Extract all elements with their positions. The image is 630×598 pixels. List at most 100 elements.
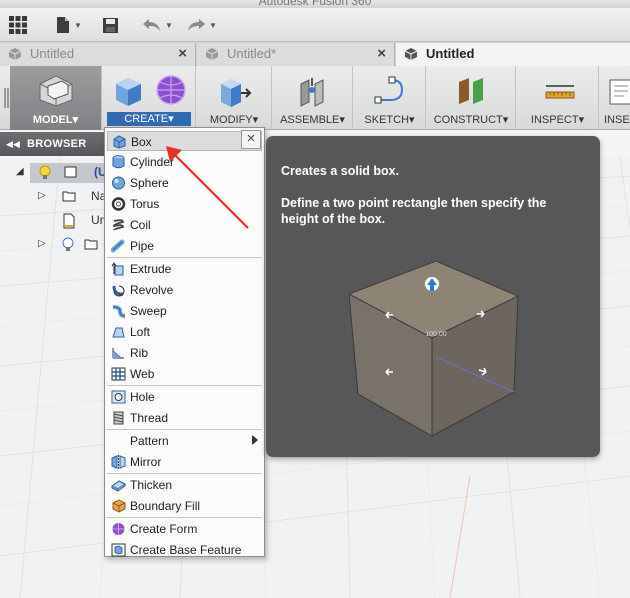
workspace-switcher-model[interactable]: MODEL▾ bbox=[10, 66, 102, 130]
expand-down-icon[interactable]: ◢ bbox=[16, 166, 24, 177]
browser-title: BROWSER bbox=[27, 138, 87, 150]
sweep-icon bbox=[112, 305, 126, 318]
web-icon bbox=[111, 367, 126, 381]
browser-panel-header: ◀◀ BROWSER bbox=[0, 132, 112, 156]
browser-named-views-node[interactable]: ▷ Na bbox=[0, 186, 112, 208]
document-icon bbox=[404, 48, 418, 60]
save-button[interactable] bbox=[102, 14, 119, 36]
menu-item-create-base-feature[interactable]: Create Base Feature bbox=[107, 540, 262, 560]
create-menu-label[interactable]: CREATE▾ bbox=[107, 112, 191, 126]
chevron-down-icon: ▼ bbox=[74, 20, 82, 30]
modify-group[interactable]: MODIFY▾ bbox=[197, 66, 272, 130]
folder-icon bbox=[62, 191, 76, 202]
cylinder-icon bbox=[112, 155, 125, 169]
browser-origin-node[interactable]: ▷ bbox=[0, 234, 112, 256]
insert-group[interactable]: INSE bbox=[600, 66, 630, 130]
submenu-arrow-icon bbox=[252, 435, 258, 445]
sketch-label: SKETCH▾ bbox=[364, 114, 415, 126]
collapse-panel-icon[interactable]: ◀◀ bbox=[6, 132, 20, 156]
insert-icon bbox=[609, 79, 630, 105]
sketch-arc-icon bbox=[374, 76, 404, 104]
menu-item-loft[interactable]: Loft bbox=[107, 322, 262, 342]
create-group[interactable]: CREATE▾ bbox=[103, 66, 196, 130]
mirror-icon bbox=[111, 455, 126, 469]
undo-button[interactable]: ▼ bbox=[142, 14, 173, 36]
redo-icon bbox=[188, 19, 205, 31]
assemble-label: ASSEMBLE▾ bbox=[280, 114, 345, 126]
menu-item-thread[interactable]: Thread bbox=[107, 408, 262, 428]
expand-right-icon[interactable]: ▷ bbox=[38, 238, 46, 249]
construct-group[interactable]: CONSTRUCT▾ bbox=[427, 66, 516, 130]
chevron-down-icon: ▼ bbox=[209, 20, 217, 30]
inspect-group[interactable]: INSPECT▾ bbox=[517, 66, 599, 130]
rib-icon bbox=[112, 348, 124, 359]
menu-item-thicken[interactable]: Thicken bbox=[107, 475, 262, 495]
toolbar-ribbon: MODEL▾ CREATE▾ MODIFY▾ ASSEMBLE▾ SKETCH▾… bbox=[0, 66, 630, 130]
menu-item-revolve[interactable]: Revolve bbox=[107, 280, 262, 300]
modify-label: MODIFY▾ bbox=[209, 114, 259, 126]
close-icon[interactable]: × bbox=[377, 43, 386, 65]
offset-plane-icon bbox=[459, 78, 483, 104]
box-cube-icon bbox=[116, 78, 141, 106]
menu-item-mirror[interactable]: Mirror bbox=[107, 452, 262, 472]
lightbulb-icon[interactable] bbox=[39, 165, 51, 181]
menu-item-create-form[interactable]: Create Form bbox=[107, 519, 262, 539]
close-icon[interactable]: × bbox=[178, 43, 187, 65]
tab-label: Untitled bbox=[426, 46, 475, 61]
tooltip-title: Creates a solid box. bbox=[281, 164, 400, 178]
menu-item-pattern[interactable]: Pattern bbox=[107, 431, 262, 451]
redo-button[interactable]: ▼ bbox=[186, 14, 217, 36]
document-tab-bar: Untitled × Untitled* × Untitled bbox=[0, 42, 630, 66]
undo-icon bbox=[143, 19, 160, 31]
hole-icon bbox=[111, 390, 126, 404]
model-workspace-icon bbox=[39, 75, 73, 107]
base-feature-icon bbox=[111, 543, 126, 557]
browser-units-node[interactable]: Un bbox=[0, 210, 112, 232]
box-icon bbox=[113, 135, 126, 149]
menu-item-pipe[interactable]: Pipe bbox=[107, 236, 262, 256]
measure-ruler-icon bbox=[545, 85, 575, 99]
insert-label: INSE bbox=[604, 114, 630, 126]
expand-right-icon[interactable]: ▷ bbox=[38, 190, 46, 201]
file-menu-button[interactable]: ▼ bbox=[55, 14, 82, 36]
menu-item-web[interactable]: Web bbox=[107, 364, 262, 384]
tab-untitled-2[interactable]: Untitled* × bbox=[197, 43, 395, 66]
window-title: Autodesk Fusion 360 bbox=[258, 0, 372, 8]
file-icon bbox=[57, 17, 69, 33]
sketch-group[interactable]: SKETCH▾ bbox=[354, 66, 426, 130]
save-icon bbox=[103, 17, 118, 33]
menu-item-extrude[interactable]: Extrude bbox=[107, 259, 262, 279]
menu-item-rib[interactable]: Rib bbox=[107, 343, 262, 363]
tooltip-description: Define a two point rectangle then specif… bbox=[281, 196, 547, 226]
title-bar: Autodesk Fusion 360 bbox=[0, 0, 630, 8]
tab-untitled-3[interactable]: Untitled bbox=[396, 43, 630, 66]
form-sphere-icon bbox=[156, 75, 186, 105]
loft-icon bbox=[112, 327, 125, 338]
pipe-icon bbox=[111, 239, 125, 253]
menu-separator bbox=[107, 517, 262, 518]
tab-label: Untitled bbox=[30, 46, 75, 61]
press-pull-icon bbox=[221, 79, 252, 107]
tab-untitled-1[interactable]: Untitled × bbox=[0, 43, 196, 66]
boundary-fill-icon bbox=[112, 499, 126, 513]
model-label: MODEL▾ bbox=[32, 114, 79, 126]
data-panel-grid-button[interactable] bbox=[8, 14, 28, 36]
visibility-bulb-icon[interactable] bbox=[62, 237, 74, 253]
thicken-icon bbox=[111, 480, 126, 492]
menu-item-boundary-fill[interactable]: Boundary Fill bbox=[107, 496, 262, 516]
browser-root-node[interactable]: ◢ (U bbox=[0, 162, 112, 184]
ribbon-grip[interactable] bbox=[4, 88, 9, 108]
construct-label: CONSTRUCT▾ bbox=[433, 114, 509, 126]
inspect-label: INSPECT▾ bbox=[530, 114, 585, 126]
menu-separator bbox=[107, 385, 262, 386]
coil-icon bbox=[113, 219, 124, 231]
menu-item-hole[interactable]: Hole bbox=[107, 387, 262, 407]
folder-icon bbox=[84, 239, 98, 250]
box-tooltip: Creates a solid box. Define a two point … bbox=[266, 136, 600, 457]
tab-label: Untitled* bbox=[227, 46, 277, 61]
extrude-icon bbox=[111, 262, 124, 276]
component-icon bbox=[64, 166, 77, 178]
chevron-down-icon: ▼ bbox=[165, 20, 173, 30]
menu-item-sweep[interactable]: Sweep bbox=[107, 301, 262, 321]
assemble-group[interactable]: ASSEMBLE▾ bbox=[273, 66, 353, 130]
